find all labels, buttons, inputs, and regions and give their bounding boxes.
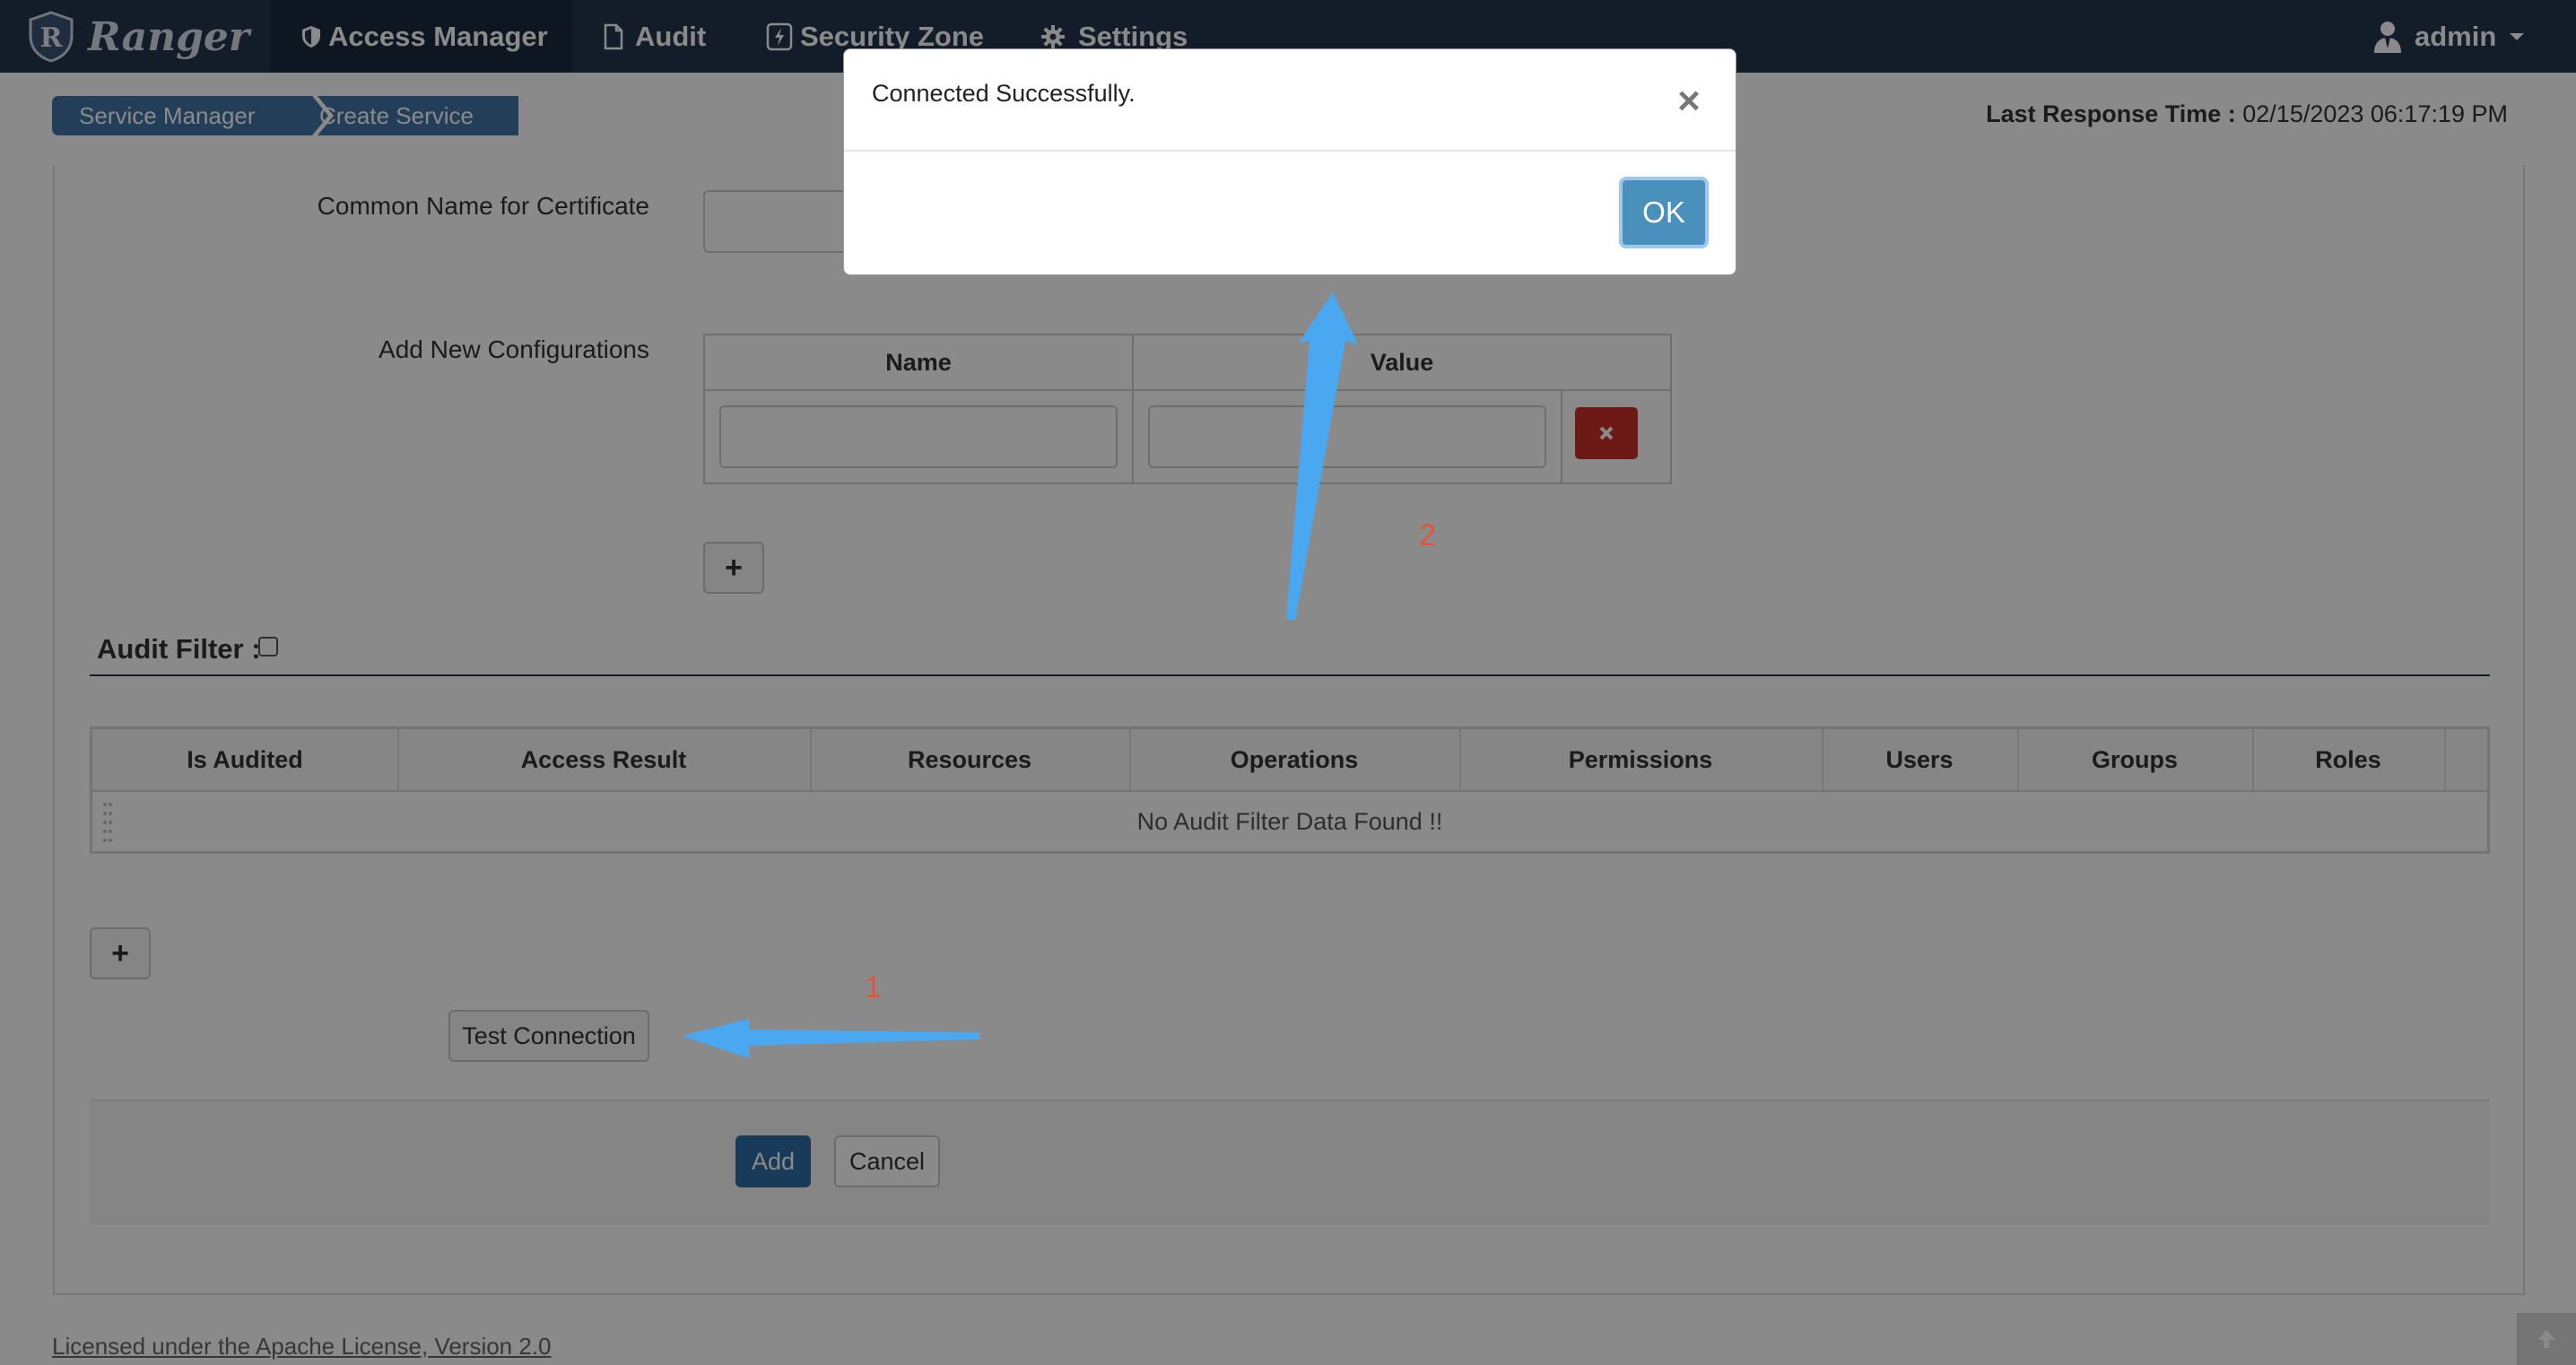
arrow-1 (682, 1019, 979, 1058)
annotation-2-label: 2 (1419, 518, 1436, 552)
annotation-arrows (682, 292, 1358, 1058)
annotation-1-label: 1 (865, 970, 882, 1004)
arrow-2 (1286, 292, 1358, 621)
